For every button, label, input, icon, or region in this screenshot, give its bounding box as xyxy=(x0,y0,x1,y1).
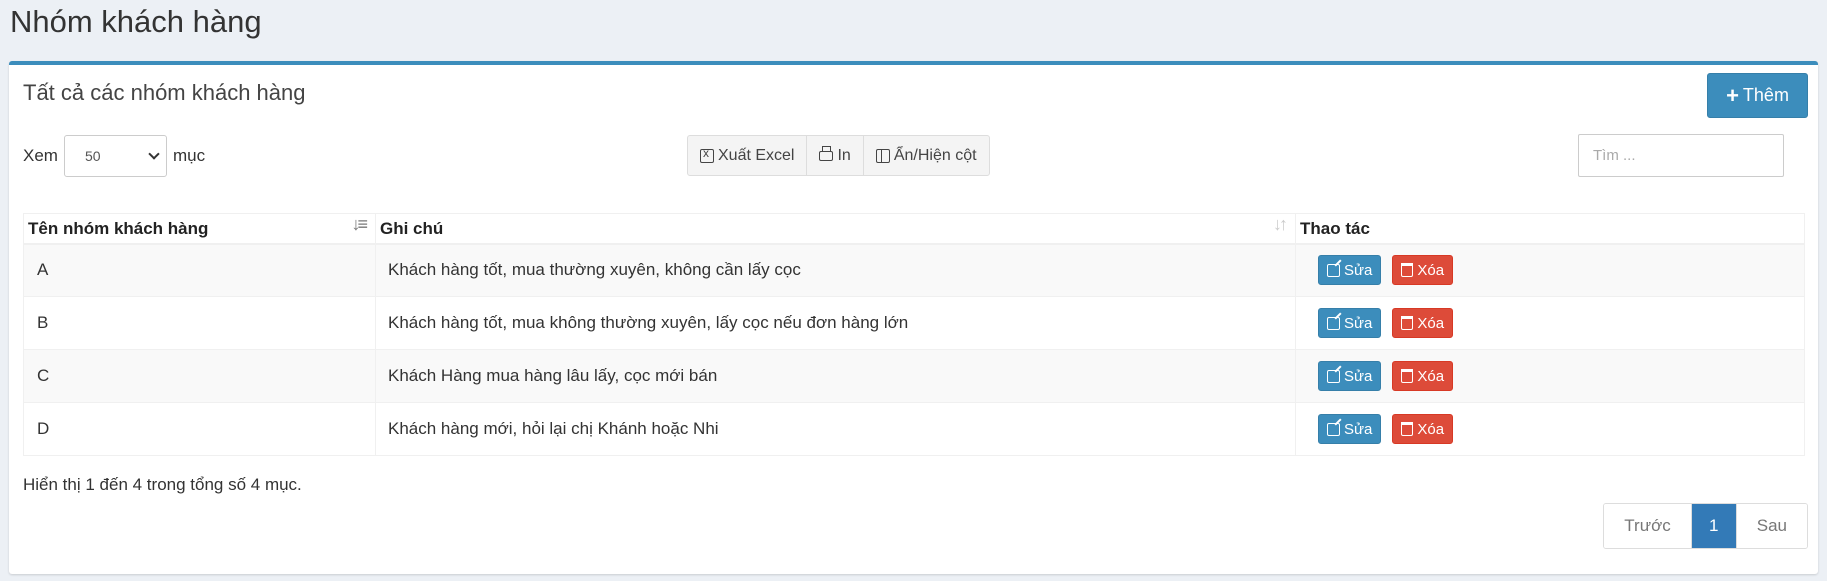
chevron-down-icon xyxy=(148,148,160,160)
cell-name: C xyxy=(23,349,376,403)
add-button-label: Thêm xyxy=(1742,85,1789,105)
customer-groups-table: Tên nhóm khách hàng ↓≡ Ghi chú ↓↑ Thao t… xyxy=(23,213,1805,456)
page-length-select[interactable]: 50 xyxy=(63,135,167,177)
columns-icon xyxy=(875,148,890,163)
add-button[interactable]: + Thêm xyxy=(1707,73,1808,118)
cell-note: Khách Hàng mua hàng lâu lấy, cọc mới bán xyxy=(375,349,1296,403)
cell-actions: Sửa Xóa xyxy=(1295,296,1805,350)
cell-note: Khách hàng tốt, mua thường xuyên, không … xyxy=(375,243,1296,297)
customer-groups-box: Tất cả các nhóm khách hàng + Thêm Xem 50… xyxy=(9,61,1818,574)
trash-icon xyxy=(1401,263,1414,278)
export-excel-label: Xuất Excel xyxy=(718,146,795,164)
pagination-page-1[interactable]: 1 xyxy=(1691,504,1737,548)
search-input[interactable] xyxy=(1578,134,1784,177)
delete-button[interactable]: Xóa xyxy=(1392,308,1454,338)
cell-actions: Sửa Xóa xyxy=(1295,243,1805,297)
plus-icon: + xyxy=(1726,82,1739,108)
edit-button[interactable]: Sửa xyxy=(1318,361,1382,391)
export-excel-button[interactable]: Xuất Excel xyxy=(688,136,808,175)
cell-note: Khách hàng tốt, mua không thường xuyên, … xyxy=(375,296,1296,350)
page-title: Nhóm khách hàng xyxy=(10,4,262,39)
edit-icon xyxy=(1327,263,1340,277)
delete-button[interactable]: Xóa xyxy=(1392,414,1454,444)
sort-desc-icon: ↓≡ xyxy=(351,214,367,234)
cell-note: Khách hàng mới, hỏi lại chị Khánh hoặc N… xyxy=(375,402,1296,456)
trash-icon xyxy=(1401,422,1414,436)
edit-button[interactable]: Sửa xyxy=(1318,308,1382,338)
pagination-next[interactable]: Sau xyxy=(1736,504,1807,548)
edit-button[interactable]: Sửa xyxy=(1318,414,1382,444)
page-length-control: Xem 50 mục xyxy=(23,135,205,177)
edit-button[interactable]: Sửa xyxy=(1318,255,1382,286)
sort-both-icon: ↓↑ xyxy=(1273,214,1288,234)
toggle-columns-label: Ẩn/Hiện cột xyxy=(893,146,977,164)
trash-icon xyxy=(1401,316,1414,330)
box-title: Tất cả các nhóm khách hàng xyxy=(23,80,306,105)
table-row: B Khách hàng tốt, mua không thường xuyên… xyxy=(23,296,1805,350)
cell-actions: Sửa Xóa xyxy=(1295,402,1805,456)
cell-name: D xyxy=(23,402,376,456)
table-info: Hiển thị 1 đến 4 trong tổng số 4 mục. xyxy=(23,475,302,494)
delete-button[interactable]: Xóa xyxy=(1392,255,1454,286)
cell-name: A xyxy=(23,243,376,297)
cell-name: B xyxy=(23,296,376,350)
export-button-group: Xuất Excel In Ẩn/Hiện cột xyxy=(687,135,990,176)
print-icon xyxy=(819,145,834,161)
length-prefix: Xem xyxy=(23,146,58,165)
toggle-columns-button[interactable]: Ẩn/Hiện cột xyxy=(864,136,989,175)
table-row: A Khách hàng tốt, mua thường xuyên, khôn… xyxy=(23,243,1805,297)
print-button[interactable]: In xyxy=(807,136,864,175)
pagination-prev[interactable]: Trước xyxy=(1604,504,1692,548)
length-suffix: mục xyxy=(172,146,206,165)
table-row: C Khách Hàng mua hàng lâu lấy, cọc mới b… xyxy=(23,349,1805,403)
trash-icon xyxy=(1401,369,1414,383)
print-label: In xyxy=(837,146,851,164)
edit-icon xyxy=(1327,422,1340,436)
header-actions: Thao tác xyxy=(1295,213,1805,245)
cell-actions: Sửa Xóa xyxy=(1295,349,1805,403)
pagination: Trước 1 Sau xyxy=(1603,503,1808,549)
header-note[interactable]: Ghi chú ↓↑ xyxy=(375,213,1296,245)
header-name[interactable]: Tên nhóm khách hàng ↓≡ xyxy=(23,213,376,245)
delete-button[interactable]: Xóa xyxy=(1392,361,1454,391)
excel-file-icon xyxy=(700,146,714,163)
edit-icon xyxy=(1327,369,1340,383)
table-row: D Khách hàng mới, hỏi lại chị Khánh hoặc… xyxy=(23,402,1805,456)
page-length-value: 50 xyxy=(84,148,101,164)
edit-icon xyxy=(1327,316,1340,330)
